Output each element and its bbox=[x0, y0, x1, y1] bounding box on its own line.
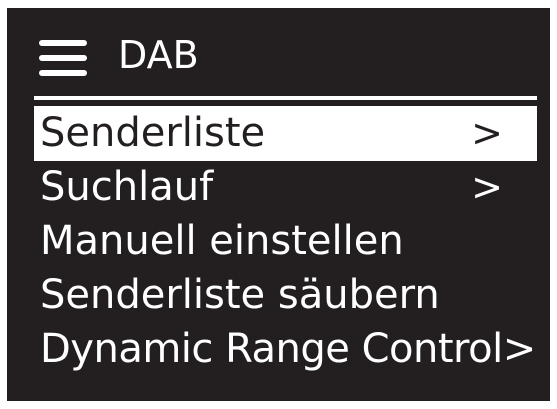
display-header: DAB bbox=[7, 8, 550, 96]
menu-icon-bar bbox=[39, 40, 87, 46]
menu-item-label: Suchlauf bbox=[40, 164, 214, 210]
menu-item-senderliste[interactable]: Senderliste > bbox=[34, 106, 537, 161]
menu-icon-bar bbox=[39, 70, 87, 76]
menu-item-label: Dynamic Range Control> bbox=[40, 326, 536, 372]
menu-item-label: Manuell einstellen bbox=[40, 218, 404, 264]
submenu-arrow-icon: > bbox=[471, 111, 503, 155]
menu-item-senderliste-saeubern[interactable]: Senderliste säubern bbox=[34, 268, 537, 323]
screen-title: DAB bbox=[118, 33, 199, 77]
submenu-arrow-icon: > bbox=[471, 165, 503, 209]
menu-item-label: Senderliste bbox=[40, 110, 266, 156]
menu-item-label: Senderliste säubern bbox=[40, 272, 440, 318]
hamburger-menu-icon[interactable] bbox=[39, 40, 87, 78]
radio-display: DAB Senderliste > Suchlauf > Manuell ein… bbox=[7, 8, 550, 401]
header-divider bbox=[34, 96, 537, 100]
menu-item-suchlauf[interactable]: Suchlauf > bbox=[34, 160, 537, 215]
menu-item-manuell-einstellen[interactable]: Manuell einstellen bbox=[34, 214, 537, 269]
menu-item-dynamic-range-control[interactable]: Dynamic Range Control> bbox=[34, 322, 537, 377]
menu-icon-bar bbox=[39, 55, 87, 61]
